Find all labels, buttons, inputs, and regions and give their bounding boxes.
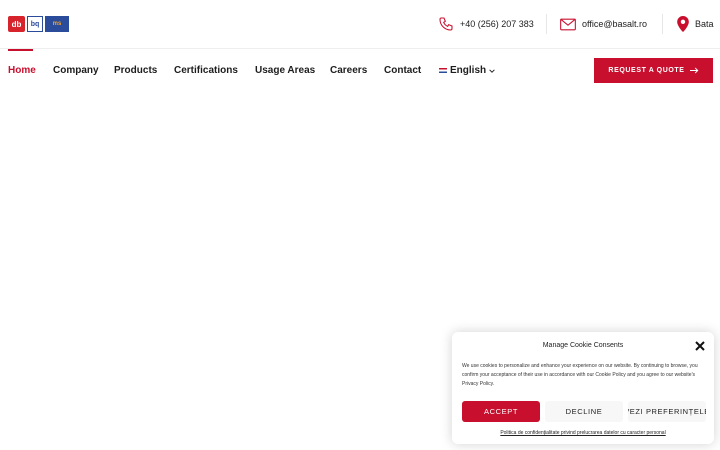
- decline-button[interactable]: DECLINE: [545, 401, 623, 422]
- language-selector[interactable]: English: [439, 65, 495, 76]
- chevron-down-icon: [489, 68, 495, 73]
- email-address: office@basalt.ro: [582, 19, 648, 29]
- flag-icon: [439, 68, 447, 73]
- nav-item-certifications[interactable]: Certifications: [174, 65, 238, 76]
- main-nav: Home Company Products Certifications Usa…: [0, 49, 720, 91]
- location-pin-icon: [677, 16, 689, 32]
- nav-item-home[interactable]: Home: [8, 65, 36, 76]
- nav-item-company[interactable]: Company: [53, 65, 99, 76]
- email-contact[interactable]: office@basalt.ro: [560, 15, 647, 33]
- close-icon[interactable]: [695, 341, 705, 351]
- language-label: English: [450, 65, 487, 76]
- nav-item-contact[interactable]: Contact: [384, 65, 421, 76]
- location-text: Bata: [695, 19, 714, 29]
- arrow-right-icon: [689, 67, 698, 74]
- cookie-title: Manage Cookie Consents: [542, 342, 624, 349]
- logo-db: db: [8, 16, 25, 32]
- request-quote-button[interactable]: REQUEST A QUOTE: [594, 58, 713, 83]
- logo-group[interactable]: db bq ms: [8, 16, 69, 32]
- phone-contact[interactable]: +40 (256) 207 383: [438, 15, 534, 33]
- mail-icon: [560, 18, 576, 30]
- nav-item-usage-areas[interactable]: Usage Areas: [255, 65, 315, 76]
- privacy-policy-link[interactable]: Politica de confidențialitate privind pr…: [452, 430, 714, 436]
- nav-item-products[interactable]: Products: [114, 65, 157, 76]
- logo-bq: bq: [27, 16, 43, 32]
- accept-button[interactable]: ACCEPT: [462, 401, 540, 422]
- nav-item-careers[interactable]: Careers: [330, 65, 367, 76]
- phone-number: +40 (256) 207 383: [460, 19, 534, 29]
- preferences-button[interactable]: VEZI PREFERINȚELE: [628, 401, 706, 422]
- location-contact[interactable]: Bata: [677, 15, 714, 33]
- logo-ms: ms: [45, 16, 69, 32]
- divider: [662, 14, 663, 34]
- cookie-text: We use cookies to personalize and enhanc…: [462, 363, 698, 387]
- cookie-consent-panel: Manage Cookie Consents We use cookies to…: [452, 332, 714, 444]
- active-indicator: [8, 49, 33, 51]
- phone-icon: [439, 17, 453, 31]
- request-quote-label: REQUEST A QUOTE: [608, 67, 685, 74]
- divider: [546, 14, 547, 34]
- top-bar: db bq ms +40 (256) 207 383 office@basalt…: [0, 0, 720, 49]
